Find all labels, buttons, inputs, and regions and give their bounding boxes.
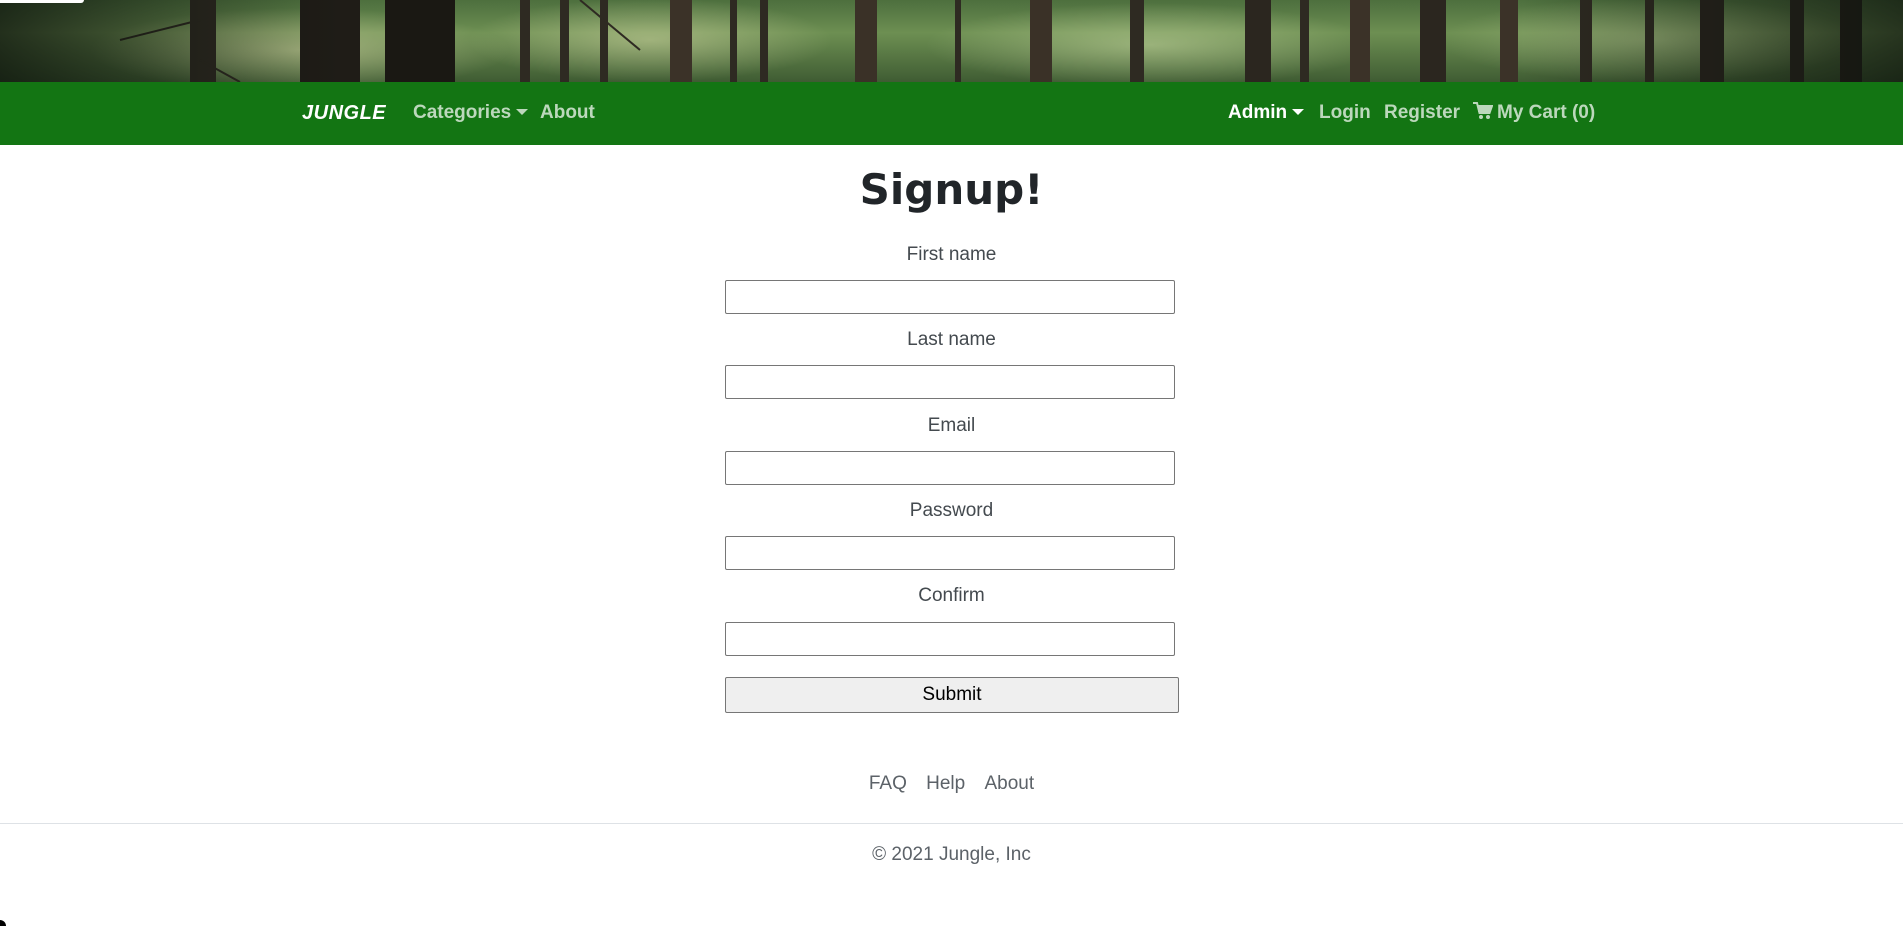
first-name-label: First name — [906, 244, 997, 265]
confirm-label: Confirm — [918, 585, 985, 606]
nav-admin-label: Admin — [1228, 102, 1288, 123]
window-corner — [0, 920, 6, 926]
confirm-password-field[interactable] — [725, 622, 1175, 656]
nav-about-link[interactable]: About — [540, 102, 595, 124]
footer-links: FAQ Help About — [0, 773, 1903, 795]
page-title: Signup! — [859, 165, 1044, 214]
footer-faq-link[interactable]: FAQ — [869, 773, 907, 794]
forest-banner — [0, 0, 1903, 82]
nav-cart-link[interactable]: My Cart (0) — [1473, 102, 1595, 124]
nav-categories-dropdown[interactable]: Categories — [413, 102, 529, 124]
nav-login-link[interactable]: Login — [1319, 102, 1371, 124]
nav-register-link[interactable]: Register — [1384, 102, 1460, 124]
footer-about-link[interactable]: About — [985, 773, 1035, 794]
password-label: Password — [909, 500, 994, 521]
copyright-text: © 2021 Jungle, Inc — [872, 844, 1031, 865]
email-label: Email — [927, 415, 976, 436]
banner-tab — [0, 0, 84, 3]
footer-help-link[interactable]: Help — [926, 773, 965, 794]
nav-categories-label: Categories — [413, 102, 512, 123]
first-name-field[interactable] — [725, 280, 1175, 314]
password-field[interactable] — [725, 536, 1175, 570]
banner-vignette — [0, 0, 1903, 82]
email-field[interactable] — [725, 451, 1175, 485]
nav-cart-label: My Cart (0) — [1497, 102, 1596, 123]
submit-button[interactable]: Submit — [725, 677, 1179, 713]
footer-divider — [0, 823, 1903, 824]
caret-down-icon — [516, 109, 529, 115]
caret-down-icon — [1292, 109, 1305, 115]
shopping-cart-icon — [1473, 102, 1493, 119]
last-name-label: Last name — [907, 329, 996, 350]
brand-logo[interactable]: JUNGLE — [302, 102, 386, 125]
top-navbar: JUNGLE Categories About Admin Login Regi… — [0, 82, 1903, 145]
nav-admin-dropdown[interactable]: Admin — [1228, 102, 1305, 124]
last-name-field[interactable] — [725, 365, 1175, 399]
